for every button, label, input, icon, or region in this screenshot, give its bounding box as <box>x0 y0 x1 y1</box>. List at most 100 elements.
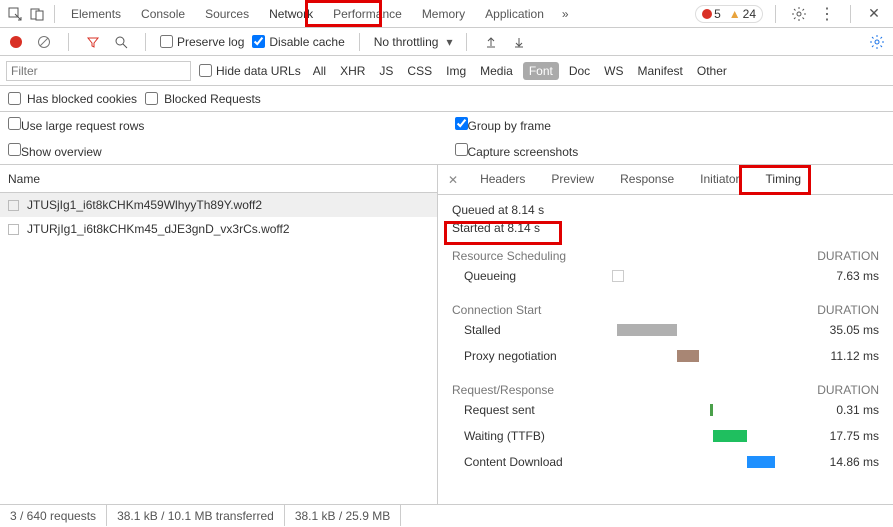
filter-type-css[interactable]: CSS <box>403 62 436 80</box>
preserve-log-checkbox[interactable]: Preserve log <box>160 35 244 49</box>
timing-row-sent: Request sent 0.31 ms <box>452 397 879 423</box>
tab-sources[interactable]: Sources <box>195 1 259 27</box>
request-detail-panel: ✕ HeadersPreviewResponseInitiatorTiming … <box>438 165 893 504</box>
filter-type-media[interactable]: Media <box>476 62 517 80</box>
queueing-box-icon <box>612 270 624 282</box>
gear-icon[interactable] <box>788 3 810 25</box>
priority-box-icon <box>8 200 19 211</box>
throttling-select[interactable]: No throttling▾ <box>374 35 453 49</box>
name-column-header[interactable]: Name <box>0 165 437 193</box>
filter-bar: Hide data URLs All XHR JS CSS Img Media Font Do… <box>0 56 893 86</box>
tab-network[interactable]: Network <box>259 1 323 27</box>
stalled-bar <box>617 324 677 336</box>
resource-scheduling-header: Resource Scheduling <box>452 249 566 263</box>
tab-elements[interactable]: Elements <box>61 1 131 27</box>
more-tabs-icon[interactable]: » <box>554 7 577 21</box>
filter-input[interactable] <box>6 61 191 81</box>
record-icon[interactable] <box>6 32 26 52</box>
status-requests: 3 / 640 requests <box>0 505 107 526</box>
filter-type-other[interactable]: Other <box>693 62 731 80</box>
inspect-icon[interactable] <box>4 3 26 25</box>
warning-count: 24 <box>743 7 756 21</box>
filter-type-manifest[interactable]: Manifest <box>634 62 687 80</box>
show-overview-checkbox[interactable]: Show overview <box>8 143 102 159</box>
separator <box>145 33 146 51</box>
tab-application[interactable]: Application <box>475 1 554 27</box>
priority-box-icon <box>8 224 19 235</box>
filter-icon[interactable] <box>83 32 103 52</box>
duration-header: DURATION <box>817 249 879 263</box>
separator <box>850 5 851 23</box>
download-har-icon[interactable] <box>509 32 529 52</box>
error-icon <box>702 9 712 19</box>
request-row[interactable]: JTURjIg1_i6t8kCHKm45_dJE3gnD_vx3rCs.woff… <box>0 217 437 241</box>
group-by-frame-checkbox[interactable]: Group by frame <box>455 117 551 133</box>
warning-icon: ▲ <box>729 7 741 21</box>
tab-memory[interactable]: Memory <box>412 1 475 27</box>
download-bar <box>747 456 775 468</box>
close-icon[interactable]: ✕ <box>863 3 885 25</box>
error-count: 5 <box>714 7 721 21</box>
status-transferred: 38.1 kB / 10.1 MB transferred <box>107 505 285 526</box>
started-at-text: Started at 8.14 s <box>452 221 879 235</box>
network-toolbar: Preserve log Disable cache No throttling… <box>0 28 893 56</box>
capture-screenshots-checkbox[interactable]: Capture screenshots <box>455 143 579 159</box>
filter-type-doc[interactable]: Doc <box>565 62 594 80</box>
duration-header: DURATION <box>817 383 879 397</box>
upload-har-icon[interactable] <box>481 32 501 52</box>
detail-tab-initiator[interactable]: Initiator <box>696 166 743 194</box>
request-list-panel: Name JTUSjIg1_i6t8kCHKm459WlhyyTh89Y.wof… <box>0 165 438 504</box>
tab-performance[interactable]: Performance <box>323 1 412 27</box>
clear-icon[interactable] <box>34 32 54 52</box>
filter-type-all[interactable]: All <box>309 62 330 80</box>
timing-row-stalled: Stalled 35.05 ms <box>452 317 879 343</box>
proxy-bar <box>677 350 699 362</box>
search-icon[interactable] <box>111 32 131 52</box>
request-name: JTUSjIg1_i6t8kCHKm459WlhyyTh89Y.woff2 <box>27 198 262 212</box>
network-settings-icon[interactable] <box>867 32 887 52</box>
filter-type-font[interactable]: Font <box>523 62 559 80</box>
request-response-header: Request/Response <box>452 383 554 397</box>
queued-at-text: Queued at 8.14 s <box>452 203 879 217</box>
detail-tab-headers[interactable]: Headers <box>476 166 529 194</box>
device-toggle-icon[interactable] <box>26 3 48 25</box>
timing-row-download: Content Download 14.86 ms <box>452 449 879 475</box>
separator <box>68 33 69 51</box>
detail-tab-response[interactable]: Response <box>616 166 678 194</box>
blocked-options-row: Has blocked cookies Blocked Requests <box>0 86 893 112</box>
timing-panel: Queued at 8.14 s Started at 8.14 s Resou… <box>438 195 893 504</box>
separator <box>775 5 776 23</box>
large-request-rows-checkbox[interactable]: Use large request rows <box>8 117 144 133</box>
timing-row-queueing: Queueing 7.63 ms <box>452 263 879 289</box>
separator <box>466 33 467 51</box>
kebab-menu-icon[interactable]: ⋮ <box>816 3 838 25</box>
blocked-requests-checkbox[interactable]: Blocked Requests <box>145 92 261 106</box>
filter-type-xhr[interactable]: XHR <box>336 62 369 80</box>
filter-type-ws[interactable]: WS <box>600 62 627 80</box>
duration-header: DURATION <box>817 303 879 317</box>
request-row[interactable]: JTUSjIg1_i6t8kCHKm459WlhyyTh89Y.woff2 <box>0 193 437 217</box>
has-blocked-cookies-checkbox[interactable]: Has blocked cookies <box>8 92 137 106</box>
timing-row-ttfb: Waiting (TTFB) 17.75 ms <box>452 423 879 449</box>
connection-start-header: Connection Start <box>452 303 541 317</box>
error-warning-badge[interactable]: 5 ▲ 24 <box>695 5 763 23</box>
sent-bar <box>710 404 713 416</box>
separator <box>54 5 55 23</box>
request-name: JTURjIg1_i6t8kCHKm45_dJE3gnD_vx3rCs.woff… <box>27 222 290 236</box>
separator <box>359 33 360 51</box>
devtools-tab-strip: ElementsConsoleSourcesNetworkPerformance… <box>0 0 893 28</box>
tab-console[interactable]: Console <box>131 1 195 27</box>
ttfb-bar <box>713 430 747 442</box>
status-resources: 38.1 kB / 25.9 MB <box>285 505 401 526</box>
detail-tab-preview[interactable]: Preview <box>547 166 598 194</box>
detail-tab-strip: ✕ Headers Preview Response Initiator Timing <box>438 165 893 195</box>
filter-type-img[interactable]: Img <box>442 62 470 80</box>
timing-row-proxy: Proxy negotiation 11.12 ms <box>452 343 879 369</box>
disable-cache-checkbox[interactable]: Disable cache <box>252 35 344 49</box>
close-detail-icon[interactable]: ✕ <box>444 173 462 187</box>
status-bar: 3 / 640 requests 38.1 kB / 10.1 MB trans… <box>0 504 893 526</box>
network-settings-panel: Use large request rows Show overview Gro… <box>0 112 893 165</box>
filter-type-js[interactable]: JS <box>375 62 397 80</box>
hide-data-urls-checkbox[interactable]: Hide data URLs <box>199 64 301 78</box>
detail-tab-timing[interactable]: Timing <box>762 166 806 194</box>
